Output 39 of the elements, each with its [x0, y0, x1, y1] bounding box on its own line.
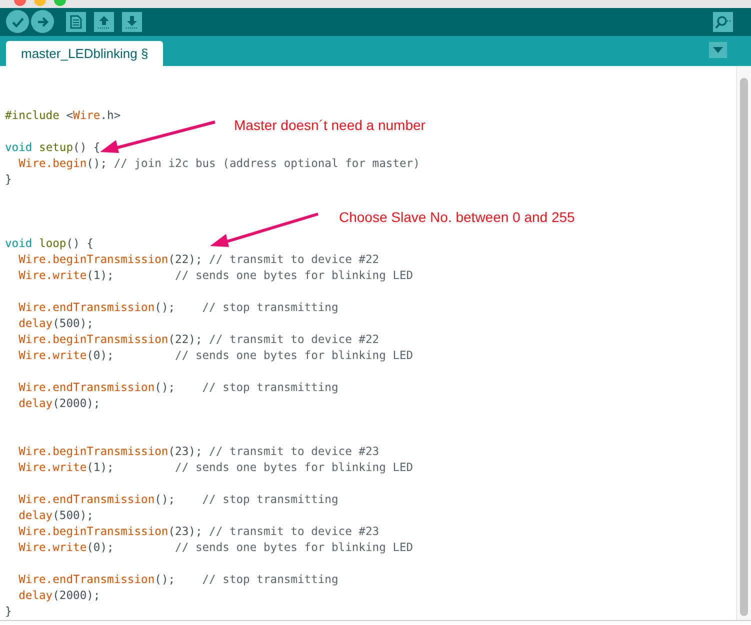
- code-line: Wire.write(0); // sends one bytes for blinking LED: [18, 541, 414, 554]
- new-file-button[interactable]: [66, 12, 86, 32]
- annotation-text: Master doesn´t need a number: [234, 117, 426, 133]
- open-button[interactable]: [94, 12, 114, 32]
- code-line: delay(500);: [18, 317, 94, 330]
- serial-monitor-button[interactable]: [713, 12, 733, 32]
- annotation-text: Choose Slave No. between 0 and 255: [339, 209, 575, 225]
- code-line: Wire.beginTransmission(22); // transmit to device #22: [18, 333, 380, 346]
- scrollbar-thumb[interactable]: [740, 78, 748, 616]
- arrow-right-icon: [36, 14, 50, 29]
- tab-menu-button[interactable]: [709, 42, 727, 58]
- code-line: Wire.write(1); // sends one bytes for blinking LED: [18, 461, 414, 474]
- code-line: Wire.endTransmission(); // stop transmitting: [18, 493, 338, 506]
- code-line: delay(500);: [18, 509, 94, 522]
- arrow-down-icon: [125, 14, 139, 29]
- code-line: void setup() {: [5, 141, 100, 154]
- upload-button[interactable]: [31, 10, 54, 34]
- code-line: }: [5, 605, 12, 618]
- file-tab[interactable]: master_LEDblinking §: [6, 41, 164, 66]
- code-line: Wire.endTransmission(); // stop transmitting: [18, 301, 338, 314]
- code-line: Wire.write(0); // sends one bytes for blinking LED: [18, 349, 414, 362]
- code-line: delay(2000);: [18, 589, 100, 602]
- code-line: delay(2000);: [18, 397, 100, 410]
- code-line: Wire.write(1); // sends one bytes for blinking LED: [18, 269, 414, 282]
- code-line: }: [5, 173, 12, 186]
- code-line: Wire.beginTransmission(23); // transmit to device #23: [18, 445, 380, 458]
- code-line: #include <Wire.h>: [5, 109, 121, 122]
- verify-button[interactable]: [6, 10, 29, 34]
- code-line: void loop() {: [5, 237, 94, 250]
- document-icon: [70, 14, 82, 29]
- code-line: Wire.begin(); // join i2c bus (address optional for master): [18, 157, 420, 170]
- caret-icon: [713, 47, 723, 53]
- code-line: Wire.beginTransmission(22); // transmit to device #22: [18, 253, 380, 266]
- code-line: Wire.endTransmission(); // stop transmitting: [18, 573, 338, 586]
- save-button[interactable]: [122, 12, 142, 32]
- code-line: Wire.beginTransmission(23); // transmit to device #23: [18, 525, 380, 538]
- code-line: Wire.endTransmission(); // stop transmitting: [18, 381, 338, 394]
- arrow-up-icon: [97, 14, 111, 29]
- magnifier-icon: [715, 14, 731, 29]
